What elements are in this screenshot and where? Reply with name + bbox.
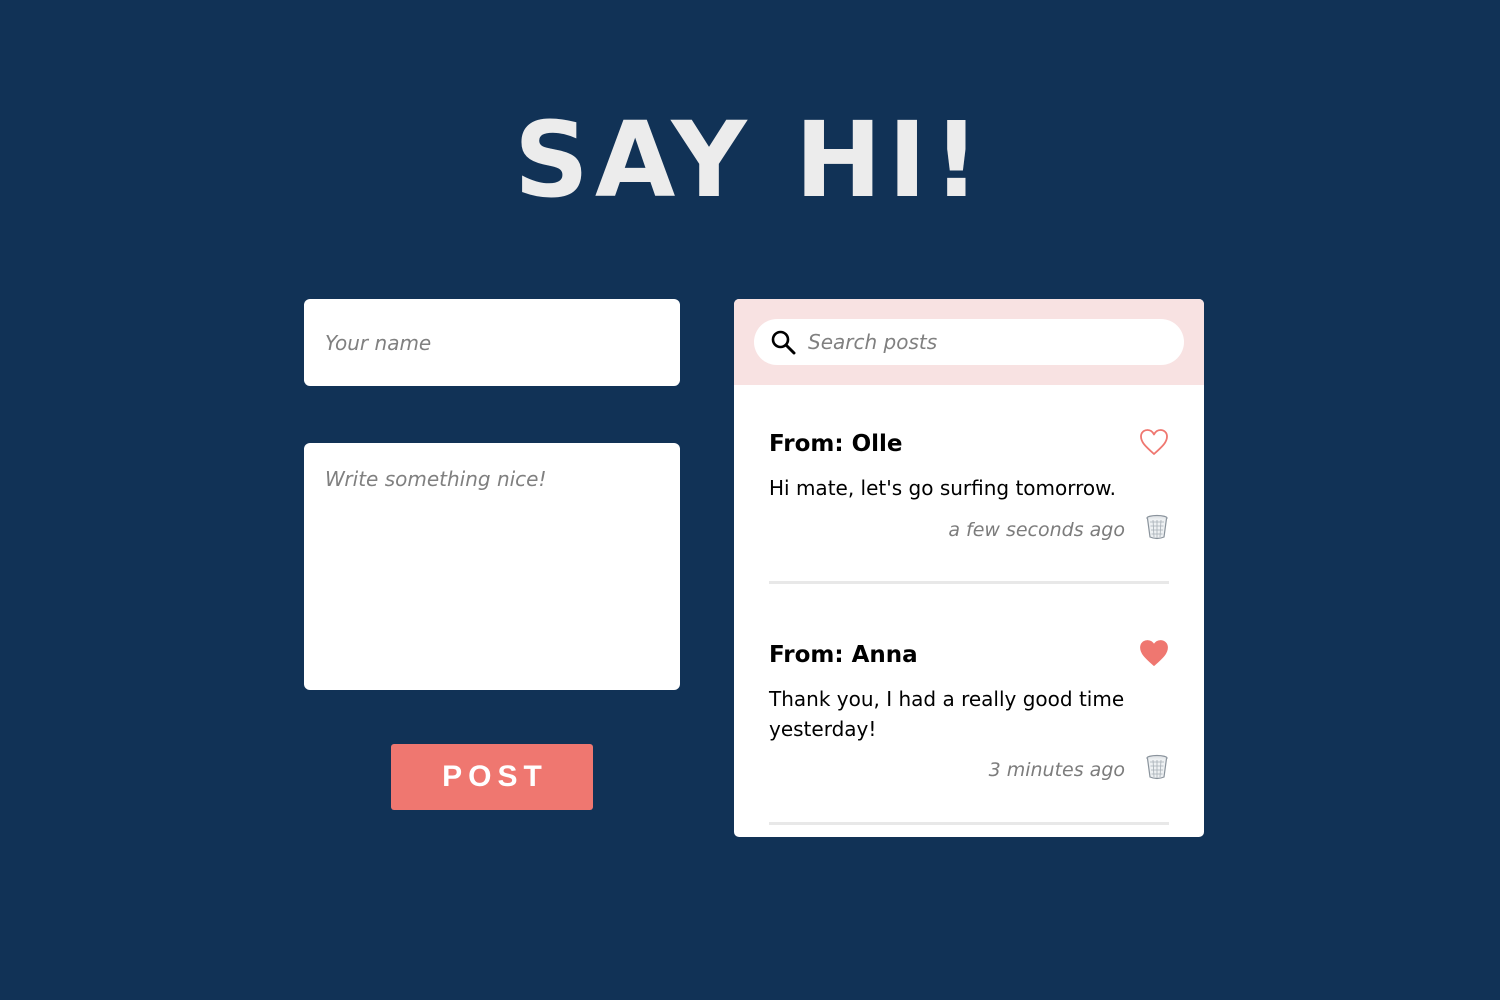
posts-panel: From: Olle Hi mate, let's go surfing tomo… xyxy=(734,299,1204,837)
search-bar xyxy=(734,299,1204,385)
post-text: Thank you, I had a really good time yest… xyxy=(769,687,1125,741)
heart-outline-icon[interactable] xyxy=(1139,427,1169,457)
post-divider xyxy=(769,822,1169,825)
search-input[interactable] xyxy=(808,319,1168,365)
post-item: From: Anna Thank you, I had a really good… xyxy=(769,640,1169,790)
post-button[interactable]: POST xyxy=(391,744,593,810)
trash-icon[interactable] xyxy=(1145,754,1169,780)
post-from-label: From: xyxy=(769,431,844,457)
search-icon xyxy=(771,330,796,355)
heart-filled-icon[interactable] xyxy=(1139,638,1169,668)
post-author: From: Anna xyxy=(769,640,918,670)
post-item: From: Olle Hi mate, let's go surfing tomo… xyxy=(769,429,1169,549)
name-input[interactable] xyxy=(304,299,680,386)
search-box[interactable] xyxy=(754,319,1184,365)
post-author: From: Olle xyxy=(769,429,902,459)
trash-icon[interactable] xyxy=(1145,514,1169,540)
post-author-name: Olle xyxy=(851,431,903,457)
post-time: a few seconds ago xyxy=(948,519,1125,541)
post-author-name: Anna xyxy=(851,642,918,668)
page-title: SAY HI! xyxy=(513,99,987,221)
post-text: Hi mate, let's go surfing tomorrow. xyxy=(769,476,1117,500)
post-divider xyxy=(769,581,1169,584)
message-input[interactable] xyxy=(304,443,680,690)
post-from-label: From: xyxy=(769,642,844,668)
post-time: 3 minutes ago xyxy=(988,759,1125,781)
